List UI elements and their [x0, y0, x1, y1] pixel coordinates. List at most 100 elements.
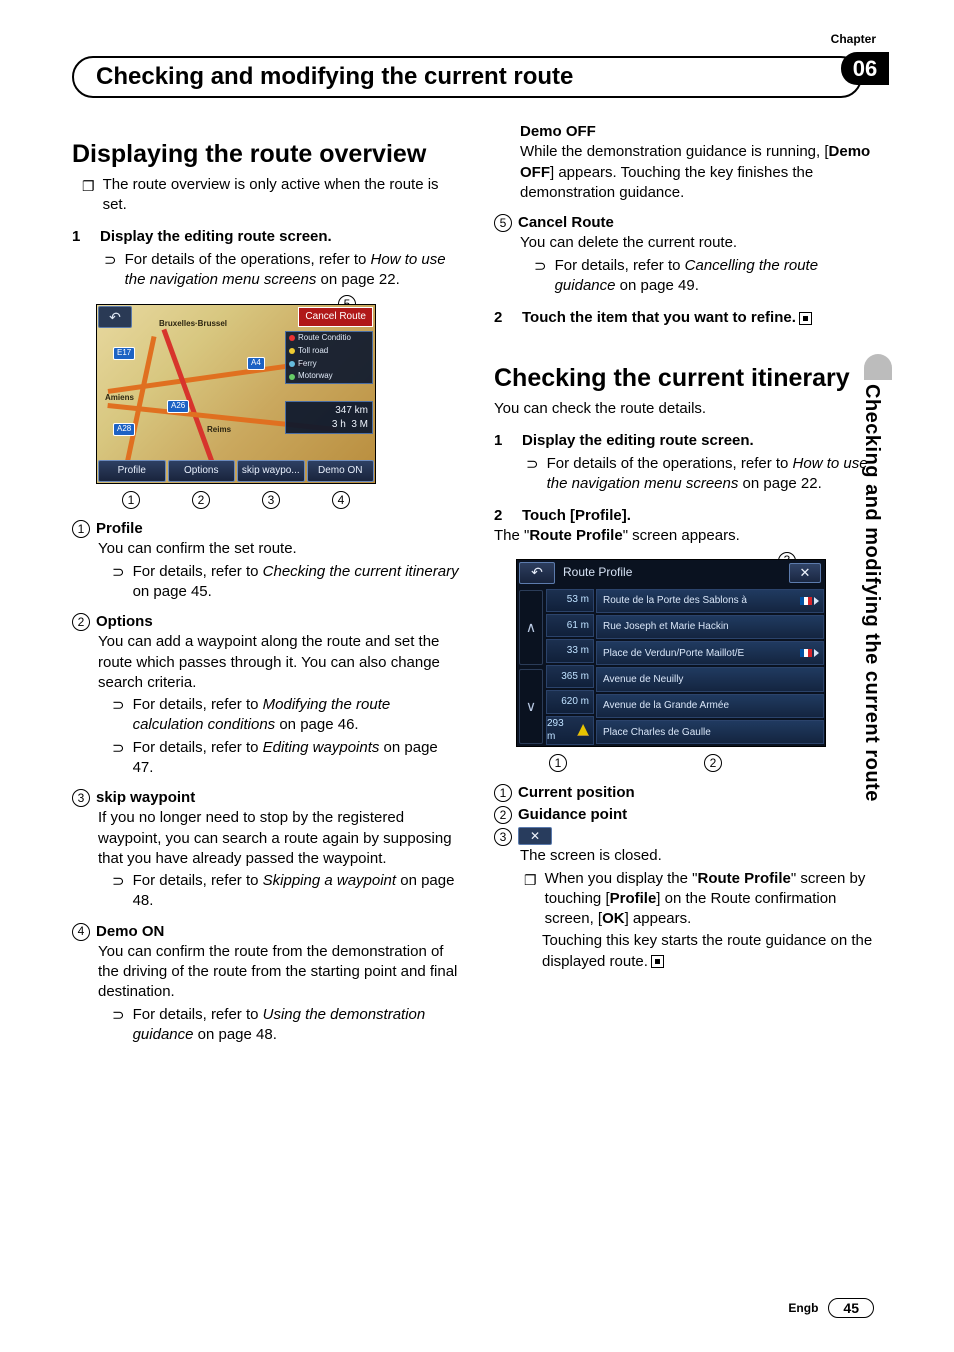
street-row[interactable]: Rue Joseph et Marie Hackin: [596, 615, 824, 639]
callout-number: 3: [72, 789, 90, 807]
callout-cancel-title: Cancel Route: [518, 213, 614, 233]
callout-skip-title: skip waypoint: [96, 788, 195, 808]
distance-cell: 365 m: [546, 665, 594, 688]
distance-cell: 61 m: [546, 614, 594, 637]
ref-arrow-icon: ⊃: [112, 1006, 125, 1046]
it-step1-title: Display the editing route screen.: [522, 431, 882, 451]
street-row[interactable]: Place de Verdun/Porte Maillot/E: [596, 641, 824, 665]
route-profile-title: Route Profile: [563, 564, 632, 580]
callout-options-title: Options: [96, 612, 153, 632]
profile-button[interactable]: Profile: [98, 460, 166, 482]
callout-number: 2: [192, 491, 210, 509]
street-row[interactable]: Place Charles de Gaulle: [596, 720, 824, 744]
screenshot-route-profile: ↶ Route Profile ✕ ∧ ∨ 53 m 61 m 33 m 365…: [516, 559, 826, 747]
callout-number: 1: [72, 520, 90, 538]
callout-profile-body: You can confirm the set route.: [98, 539, 460, 559]
chevron-right-icon: [814, 649, 819, 657]
overview-note: The route overview is only active when t…: [103, 175, 460, 216]
callout-skip-body: If you no longer need to stop by the reg…: [98, 808, 460, 869]
chevron-right-icon: [814, 597, 819, 605]
legend-close-note: When you display the "Route Profile" scr…: [545, 869, 882, 930]
demo-off-title: Demo OFF: [520, 122, 882, 142]
distance-cell: 293 m: [546, 716, 594, 745]
callout-demo-title: Demo ON: [96, 922, 164, 942]
ref-arrow-icon: ⊃: [534, 257, 547, 297]
legend-close-body: The screen is closed.: [520, 846, 882, 866]
callout-options-ref1: For details, refer to Modifying the rout…: [133, 695, 460, 736]
end-section-icon: [799, 312, 812, 325]
callout-cancel-ref: For details, refer to Cancelling the rou…: [555, 256, 882, 297]
heading-overview: Displaying the route overview: [72, 140, 460, 169]
step-title: Display the editing route screen.: [100, 227, 460, 247]
street-row[interactable]: Avenue de la Grande Armée: [596, 694, 824, 718]
callout-options-ref2: For details, refer to Editing waypoints …: [133, 738, 460, 779]
callout-cancel-body: You can delete the current route.: [520, 233, 882, 253]
side-tab-bump: [864, 354, 892, 380]
legend-close-note2: Touching this key starts the route guida…: [542, 931, 882, 972]
step-number: 1: [494, 431, 512, 451]
footer-language: Engb: [788, 1301, 818, 1315]
ref-arrow-icon: ⊃: [112, 739, 125, 779]
it-step1-ref: For details of the operations, refer to …: [547, 454, 882, 495]
callout-number: 2: [494, 806, 512, 824]
skip-waypoint-button[interactable]: skip waypo...: [237, 460, 305, 482]
demo-on-button[interactable]: Demo ON: [307, 460, 375, 482]
scroll-up-button[interactable]: ∧: [519, 590, 543, 665]
figure1-callout-numbers: 1 2 3 4: [96, 490, 376, 509]
step-number: 1: [72, 227, 90, 247]
it-step2-body: The "Route Profile" screen appears.: [494, 526, 882, 546]
callout-number: 3: [262, 491, 280, 509]
back-button[interactable]: ↶: [98, 306, 132, 328]
cancel-route-button[interactable]: Cancel Route: [298, 307, 373, 327]
callout-number: 1: [122, 491, 140, 509]
it-step2-title: Touch [Profile].: [522, 506, 882, 526]
callout-profile-title: Profile: [96, 519, 143, 539]
right-column: Demo OFF While the demonstration guidanc…: [494, 122, 882, 1047]
road-shield: A4: [247, 357, 265, 370]
road-shield: A26: [167, 400, 189, 413]
distance-cell: 33 m: [546, 639, 594, 662]
flag-fr-icon: [800, 649, 812, 657]
close-button[interactable]: ✕: [789, 563, 821, 583]
ref-arrow-icon: ⊃: [112, 696, 125, 736]
heading-itinerary: Checking the current itinerary: [494, 364, 882, 393]
step2-title: Touch the item that you want to refine.: [522, 308, 882, 328]
warning-icon: [577, 724, 589, 736]
step-number: 2: [494, 506, 512, 526]
distance-column: 53 m 61 m 33 m 365 m 620 m 293 m: [545, 588, 595, 746]
legend-current-position: Current position: [518, 783, 635, 803]
legend-guidance-point: Guidance point: [518, 805, 627, 825]
options-button[interactable]: Options: [168, 460, 236, 482]
itinerary-lead: You can check the route details.: [494, 399, 882, 419]
flag-fr-icon: [800, 597, 812, 605]
callout-number: 3: [494, 828, 512, 846]
city-label: Amiens: [105, 393, 134, 404]
distance-cell: 620 m: [546, 690, 594, 713]
close-chip-icon: ✕: [518, 827, 552, 845]
callout-skip-ref: For details, refer to Skipping a waypoin…: [133, 871, 460, 912]
left-column: Displaying the route overview ❐ The rout…: [72, 122, 460, 1047]
callout-demo-ref: For details, refer to Using the demonstr…: [133, 1005, 460, 1046]
callout-number: 2: [704, 754, 722, 772]
step-number: 2: [494, 308, 512, 328]
figure-route-overview: 5 E17 A28 A26 A4 Bruxelles·Brussel Amien…: [96, 304, 376, 509]
callout-number: 4: [72, 923, 90, 941]
screenshot-map-edit: E17 A28 A26 A4 Bruxelles·Brussel Amiens …: [96, 304, 376, 484]
demo-off-body: While the demonstration guidance is runn…: [520, 142, 882, 203]
callout-options-body: You can add a waypoint along the route a…: [98, 632, 460, 693]
page-title-pill: Checking and modifying the current route: [72, 56, 862, 98]
figure2-callout-numbers: 1 2: [516, 753, 826, 773]
ref-arrow-icon: ⊃: [526, 455, 539, 495]
back-button[interactable]: ↶: [519, 562, 555, 584]
scroll-down-button[interactable]: ∨: [519, 669, 543, 744]
callout-profile-ref: For details, refer to Checking the curre…: [133, 562, 460, 603]
street-row[interactable]: Avenue de Neuilly: [596, 667, 824, 691]
note-bullet-icon: ❐: [524, 871, 537, 930]
footer-page-number: 45: [828, 1298, 874, 1318]
street-row[interactable]: Route de la Porte des Sablons à: [596, 589, 824, 613]
page-footer: Engb 45: [788, 1298, 874, 1318]
figure-route-profile: 3 ↶ Route Profile ✕ ∧ ∨ 53 m 61 m: [516, 559, 826, 773]
road-shield: E17: [113, 347, 135, 360]
callout-number: 4: [332, 491, 350, 509]
callout-number: 2: [72, 613, 90, 631]
